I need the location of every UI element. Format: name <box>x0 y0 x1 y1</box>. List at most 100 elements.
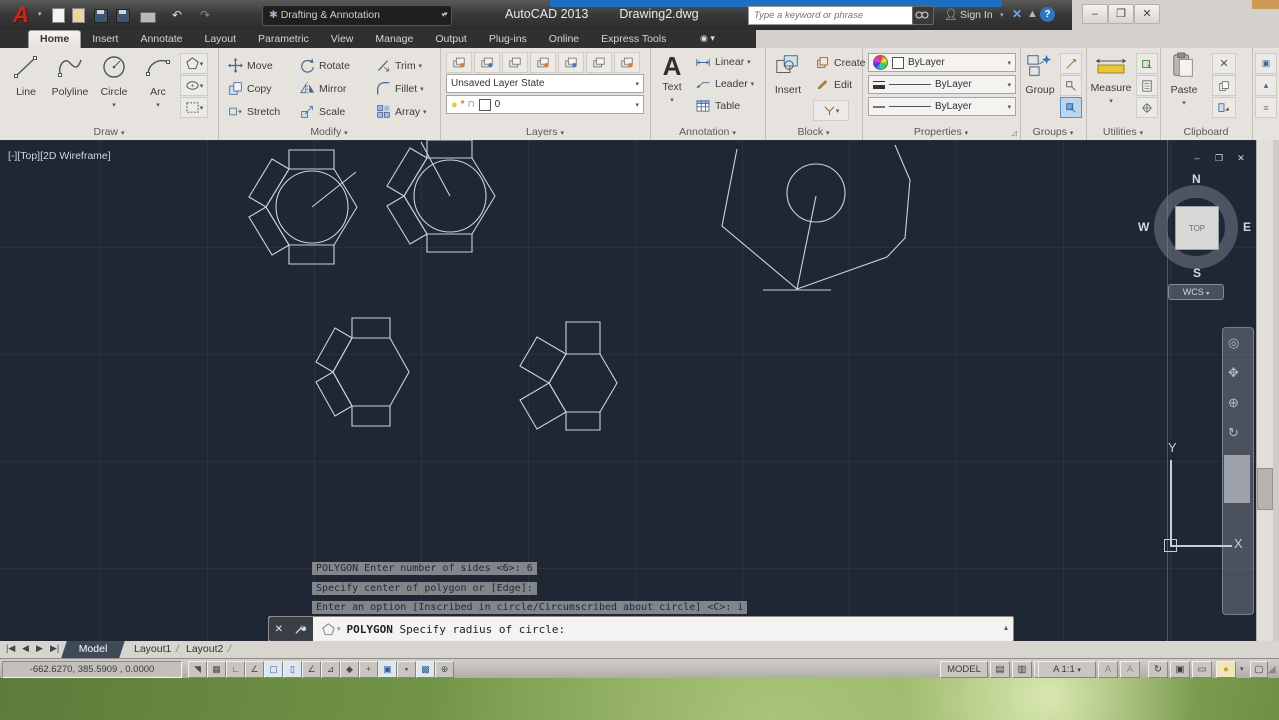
viewcube-west[interactable]: W <box>1138 220 1149 234</box>
qat-redo-icon[interactable]: ↷ <box>196 6 214 24</box>
draw-panel-title[interactable]: Draw ▾ <box>0 126 218 138</box>
text-button[interactable]: A Text ▾ <box>652 52 692 105</box>
tab-plug-ins[interactable]: Plug-ins <box>478 30 538 48</box>
vertical-scrollbar-thumb[interactable] <box>1257 468 1273 510</box>
layer-match-icon[interactable] <box>474 52 500 73</box>
paste-button[interactable]: Paste ▾ <box>1164 52 1204 108</box>
infer-constraints-toggle[interactable]: ◥ <box>188 661 207 678</box>
quick-calculator-button[interactable] <box>1136 75 1158 96</box>
qat-open-icon[interactable] <box>72 8 85 23</box>
ribbon-extra-tool-1[interactable]: ▣ <box>1255 53 1277 74</box>
vertical-scrollbar[interactable] <box>1256 140 1273 641</box>
search-input[interactable] <box>748 6 918 25</box>
search-button[interactable] <box>912 6 934 25</box>
measure-dropdown-arrow[interactable]: ▾ <box>1109 98 1113 105</box>
scale-button[interactable]: Scale <box>298 100 374 123</box>
tab-parametric[interactable]: Parametric <box>247 30 320 48</box>
selection-cycling-toggle[interactable]: ⊕ <box>435 661 454 678</box>
viewcube-south[interactable]: S <box>1193 266 1201 280</box>
lineweight-dropdown[interactable]: ByLayer ▾ <box>868 75 1016 94</box>
id-point-button[interactable] <box>1136 97 1158 118</box>
resize-grip[interactable]: ◢ <box>1268 664 1276 675</box>
modify-panel-title[interactable]: Modify ▾ <box>218 126 440 138</box>
layout-next-button[interactable]: ▶ <box>36 643 43 654</box>
match-properties-button[interactable] <box>1212 97 1236 118</box>
layer-freeze-icon[interactable] <box>558 52 584 73</box>
tab-insert[interactable]: Insert <box>81 30 129 48</box>
qat-saveas-icon[interactable] <box>116 9 130 23</box>
object-color-dropdown[interactable]: ByLayer ▾ <box>868 53 1016 72</box>
stretch-button[interactable]: Stretch <box>226 100 298 123</box>
create-block-button[interactable]: Create <box>813 56 866 69</box>
exchange-apps-icon[interactable]: ✕ <box>1012 7 1022 21</box>
polyline-button[interactable]: Polyline <box>48 52 92 98</box>
cut-button[interactable]: ✕ <box>1212 53 1236 74</box>
workspace-switching-button[interactable]: ↻ <box>1148 661 1168 678</box>
app-menu-arrow-icon[interactable]: ▾ <box>38 10 42 18</box>
grid-toggle[interactable]: ∟ <box>226 661 245 678</box>
ellipse-button[interactable]: ▾ <box>180 75 208 96</box>
window-minimize-button[interactable]: – <box>1082 4 1108 24</box>
command-expand-icon[interactable]: ▴ <box>1004 623 1008 632</box>
layer-properties-icon[interactable] <box>446 52 472 73</box>
tab-layout[interactable]: Layout <box>194 30 248 48</box>
table-button[interactable]: Table <box>694 100 740 112</box>
layout-prev-button[interactable]: ◀ <box>22 643 29 654</box>
nav-orbit-icon[interactable]: ↻ <box>1228 425 1239 441</box>
polar-toggle[interactable]: ▢ <box>264 661 283 678</box>
model-space-button[interactable]: MODEL <box>940 661 988 678</box>
rotate-button[interactable]: Rotate <box>298 54 374 77</box>
doc-restore-button[interactable]: ❒ <box>1210 152 1228 165</box>
tab-online[interactable]: Online <box>538 30 590 48</box>
qat-customize-arrow-icon[interactable]: ▾ <box>444 10 448 18</box>
tab-manage[interactable]: Manage <box>364 30 424 48</box>
doc-minimize-button[interactable]: – <box>1188 152 1206 165</box>
properties-dialog-launcher-icon[interactable]: ◿ <box>1012 129 1017 137</box>
qat-undo-icon[interactable]: ↶ <box>168 6 186 24</box>
properties-panel-title[interactable]: Properties ▾ <box>862 126 1020 138</box>
layer-unisolate-icon[interactable] <box>530 52 556 73</box>
tab-output[interactable]: Output <box>424 30 478 48</box>
status-menu-arrow[interactable]: ▾ <box>1240 665 1244 673</box>
window-restore-button[interactable]: ❒ <box>1108 4 1134 24</box>
communication-center-icon[interactable]: ▲ <box>1027 8 1038 20</box>
lineweight-toggle[interactable]: ▣ <box>378 661 397 678</box>
ribbon-options-button[interactable]: ◉ ▾ <box>700 33 715 44</box>
annotation-panel-title[interactable]: Annotation ▾ <box>650 126 765 138</box>
layer-thaw-icon[interactable]: * <box>461 99 465 110</box>
annotation-lamp-button[interactable]: ● <box>1216 661 1236 678</box>
move-button[interactable]: Move <box>226 54 298 77</box>
workspace-switcher[interactable]: ✱ Drafting & Annotation ▾ <box>262 5 452 26</box>
ducs-toggle[interactable]: ◆ <box>340 661 359 678</box>
tab-express-tools[interactable]: Express Tools <box>590 30 677 48</box>
clean-screen-button[interactable]: ▢ <box>1250 661 1268 678</box>
viewcube-east[interactable]: E <box>1243 220 1251 234</box>
measure-button[interactable]: Measure ▾ <box>1088 54 1134 106</box>
block-panel-title[interactable]: Block ▾ <box>765 126 862 138</box>
insert-block-button[interactable]: Insert <box>767 52 809 96</box>
quick-view-drawings-button[interactable]: ▤ <box>990 661 1010 678</box>
annotation-scale-button[interactable]: A 1:1 ▾ <box>1038 661 1096 678</box>
hatch-button[interactable]: ▾ <box>180 97 208 118</box>
layer-unlock-icon[interactable]: ⊓ <box>468 99 475 110</box>
copy-button[interactable]: Copy <box>226 77 298 100</box>
layer-color-swatch[interactable] <box>478 98 491 111</box>
layer-state-dropdown[interactable]: Unsaved Layer State ▾ <box>446 74 644 93</box>
arc-button[interactable]: Arc ▾ <box>136 52 180 110</box>
osnap-3d-toggle[interactable]: ∠ <box>302 661 321 678</box>
group-edit-button[interactable] <box>1060 75 1082 96</box>
circle-button[interactable]: Circle ▾ <box>92 52 136 110</box>
text-dropdown-arrow[interactable]: ▾ <box>670 97 674 104</box>
drawing-canvas[interactable]: [-][Top][2D Wireframe] – ❒ ✕ N W E S TOP… <box>0 140 1279 641</box>
ortho-toggle[interactable]: ∠ <box>245 661 264 678</box>
leader-button[interactable]: Leader ▾ <box>694 78 754 90</box>
tab-annotate[interactable]: Annotate <box>129 30 193 48</box>
quick-properties-toggle[interactable]: ▩ <box>416 661 435 678</box>
layer-dropdown[interactable]: ● * ⊓ 0 ▾ <box>446 95 644 114</box>
utilities-panel-title[interactable]: Utilities ▾ <box>1086 126 1160 138</box>
arc-dropdown-arrow[interactable]: ▾ <box>156 102 160 109</box>
layer-on-icon[interactable]: ● <box>451 99 458 111</box>
tab-view[interactable]: View <box>320 30 365 48</box>
command-close-icon[interactable]: ✕ <box>275 624 283 635</box>
isolate-objects-button[interactable]: ▭ <box>1192 661 1212 678</box>
